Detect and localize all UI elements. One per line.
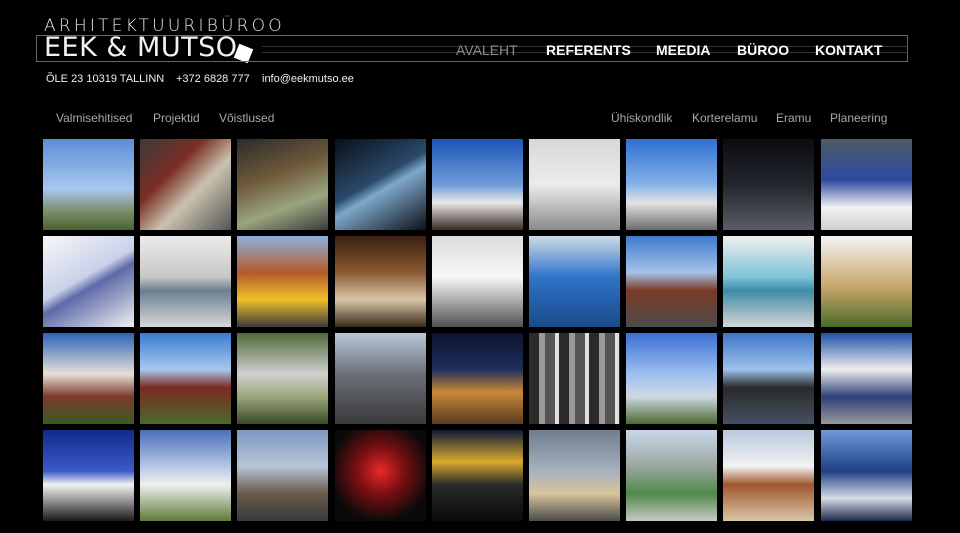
project-thumbnail-glass-pavilion-trees[interactable] bbox=[821, 236, 912, 327]
project-thumbnail-white-block-model[interactable] bbox=[43, 236, 134, 327]
contact-address: ÕLE 23 10319 TALLINN bbox=[46, 73, 165, 85]
nav-avaleht[interactable]: AVALEHT bbox=[456, 42, 518, 58]
project-thumbnail-gas-station-canopy[interactable] bbox=[432, 430, 523, 521]
project-thumbnail-apartment-block-trees[interactable] bbox=[43, 333, 134, 424]
project-thumbnail-glass-facade-blue-sky[interactable] bbox=[626, 139, 717, 230]
project-thumbnail-white-balcony-block[interactable] bbox=[821, 333, 912, 424]
filter-projektid[interactable]: Projektid bbox=[153, 111, 200, 125]
project-thumbnail-striped-facade-render[interactable] bbox=[140, 236, 231, 327]
filter-korterelamu[interactable]: Korterelamu bbox=[692, 111, 757, 125]
project-thumbnail-night-model-aerial[interactable] bbox=[723, 139, 814, 230]
header-vrule-right bbox=[907, 35, 908, 62]
project-thumbnail-white-villa-sky[interactable] bbox=[140, 430, 231, 521]
project-thumbnail-grey-city-street[interactable] bbox=[335, 333, 426, 424]
project-thumbnail-glass-tower[interactable] bbox=[529, 236, 620, 327]
header-vrule-left bbox=[36, 35, 37, 62]
logo-name[interactable]: EEK & MUTSO bbox=[44, 32, 238, 63]
project-thumbnail-interior-model-figures[interactable] bbox=[529, 139, 620, 230]
filter-voistlused[interactable]: Võistlused bbox=[219, 111, 274, 125]
project-thumbnail-blue-dusk-canopy[interactable] bbox=[43, 430, 134, 521]
project-thumbnail-red-block-model[interactable] bbox=[140, 139, 231, 230]
nav-buroo[interactable]: BÜROO bbox=[737, 42, 789, 58]
project-thumbnail-zigzag-roof-building[interactable] bbox=[432, 139, 523, 230]
filter-planeering[interactable]: Planeering bbox=[830, 111, 887, 125]
project-thumbnail-white-house-driveway[interactable] bbox=[432, 236, 523, 327]
filter-valmisehitised[interactable]: Valmisehitised bbox=[56, 111, 132, 125]
project-thumbnail-metal-facade-stairs[interactable] bbox=[237, 430, 328, 521]
project-thumbnail-green-glass-office[interactable] bbox=[626, 430, 717, 521]
project-thumbnail-blue-angular-tower[interactable] bbox=[821, 430, 912, 521]
project-thumbnail-sky-cone-building[interactable] bbox=[43, 139, 134, 230]
header-rule-top bbox=[36, 35, 908, 36]
nav-referents[interactable]: REFERENTS bbox=[546, 42, 631, 58]
project-thumbnail-shopping-glass-front[interactable] bbox=[723, 333, 814, 424]
project-thumbnail-canopy-grey-sky[interactable] bbox=[529, 430, 620, 521]
header-rule-bottom bbox=[36, 61, 908, 62]
filter-uhiskondlik[interactable]: Ühiskondlik bbox=[611, 111, 672, 125]
project-thumbnail-red-rowhouses[interactable] bbox=[140, 333, 231, 424]
project-thumbnail-orange-apartment-block[interactable] bbox=[237, 236, 328, 327]
nav-kontakt[interactable]: KONTAKT bbox=[815, 42, 882, 58]
nav-meedia[interactable]: MEEDIA bbox=[656, 42, 710, 58]
project-thumbnail-dark-interior[interactable] bbox=[335, 139, 426, 230]
filter-eramu[interactable]: Eramu bbox=[776, 111, 811, 125]
project-thumbnail-site-model-aerial[interactable] bbox=[237, 139, 328, 230]
project-thumbnail-angular-white-building[interactable] bbox=[626, 333, 717, 424]
project-thumbnail-mosaic-facade[interactable] bbox=[529, 333, 620, 424]
contact-phone: +372 6828 777 bbox=[176, 73, 250, 85]
project-thumbnail-wooden-interior[interactable] bbox=[335, 236, 426, 327]
project-thumbnail-dusk-house[interactable] bbox=[432, 333, 523, 424]
project-thumbnail-beach-pavilion[interactable] bbox=[723, 430, 814, 521]
project-thumbnail-blue-glass-pavilion[interactable] bbox=[821, 139, 912, 230]
project-thumbnail-white-block-trees[interactable] bbox=[237, 333, 328, 424]
project-thumbnail-brick-apartment-row[interactable] bbox=[626, 236, 717, 327]
contact-email[interactable]: info@eekmutso.ee bbox=[262, 73, 354, 85]
project-thumbnail-red-neon-night[interactable] bbox=[335, 430, 426, 521]
project-thumbnail-stadium-model[interactable] bbox=[723, 236, 814, 327]
